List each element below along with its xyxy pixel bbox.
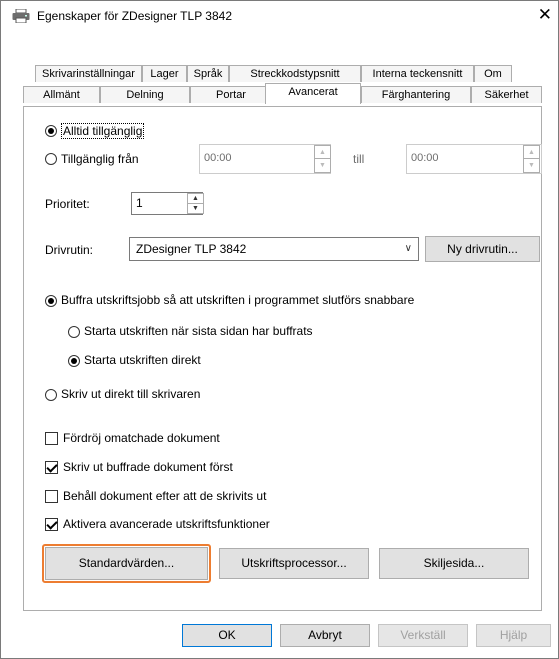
available-from-radio[interactable] xyxy=(45,153,57,165)
tab-sakerhet[interactable]: Säkerhet xyxy=(471,86,542,103)
printer-properties-dialog: Egenskaper för ZDesigner TLP 3842 ✕ Skri… xyxy=(0,0,559,659)
tab-portar[interactable]: Portar xyxy=(190,86,272,103)
available-from-label[interactable]: Tillgänglig från xyxy=(61,152,139,166)
driver-select-value: ZDesigner TLP 3842 xyxy=(136,242,247,256)
spin-down-icon[interactable]: ▼ xyxy=(524,159,539,172)
print-direct-radio[interactable] xyxy=(45,389,57,401)
keep-printed-checkbox[interactable] xyxy=(45,490,58,503)
tab-lager[interactable]: Lager xyxy=(142,65,187,82)
print-spooled-first-checkbox[interactable] xyxy=(45,461,58,474)
tab-avancerat[interactable]: Avancerat xyxy=(265,83,361,104)
spin-down-icon[interactable]: ▼ xyxy=(315,159,330,172)
always-available-label[interactable]: Alltid tillgänglig xyxy=(61,123,145,139)
tab-om[interactable]: Om xyxy=(474,65,512,82)
start-after-last-page-label[interactable]: Starta utskriften när sista sidan har bu… xyxy=(84,324,313,338)
tab-skrivarinstallningar[interactable]: Skrivarinställningar xyxy=(35,65,142,82)
start-after-last-page-radio[interactable] xyxy=(68,326,80,338)
spin-down-icon[interactable]: ▼ xyxy=(188,204,203,214)
tab-streckkodstypsnitt[interactable]: Streckkodstypsnitt xyxy=(229,65,361,82)
chevron-down-icon: ∨ xyxy=(404,243,412,254)
driver-select[interactable]: ZDesigner TLP 3842 ∨ xyxy=(129,237,419,261)
ok-button[interactable]: OK xyxy=(182,624,272,647)
window-title: Egenskaper för ZDesigner TLP 3842 xyxy=(37,9,233,23)
help-button[interactable]: Hjälp xyxy=(476,624,551,647)
printer-icon xyxy=(12,9,30,23)
hold-mismatched-checkbox[interactable] xyxy=(45,432,58,445)
print-direct-label[interactable]: Skriv ut direkt till skrivaren xyxy=(61,387,200,401)
spin-up-icon[interactable]: ▲ xyxy=(188,194,203,204)
available-to-time-spinner[interactable]: ▲ ▼ xyxy=(523,145,540,173)
title-bar: Egenskaper för ZDesigner TLP 3842 ✕ xyxy=(1,1,558,31)
print-spooled-first-label[interactable]: Skriv ut buffrade dokument först xyxy=(63,460,233,474)
print-processor-button[interactable]: Utskriftsprocessor... xyxy=(219,548,369,579)
keep-printed-label[interactable]: Behåll dokument efter att de skrivits ut xyxy=(63,489,266,503)
priority-label: Prioritet: xyxy=(45,197,90,211)
available-from-time-spinner[interactable]: ▲ ▼ xyxy=(314,145,331,173)
tab-interna-teckensnitt[interactable]: Interna teckensnitt xyxy=(361,65,474,82)
driver-label: Drivrutin: xyxy=(45,243,94,257)
always-available-radio[interactable] xyxy=(45,125,57,137)
cancel-button[interactable]: Avbryt xyxy=(280,624,370,647)
buffer-jobs-label[interactable]: Buffra utskriftsjobb så att utskriften i… xyxy=(61,293,414,307)
spin-up-icon[interactable]: ▲ xyxy=(524,146,539,159)
close-icon[interactable]: ✕ xyxy=(538,5,552,25)
available-to-time-input[interactable]: 00:00 xyxy=(406,144,542,174)
priority-spinner[interactable]: ▲ ▼ xyxy=(187,193,204,214)
spin-up-icon[interactable]: ▲ xyxy=(315,146,330,159)
start-directly-label[interactable]: Starta utskriften direkt xyxy=(84,353,201,367)
defaults-button[interactable]: Standardvärden... xyxy=(45,547,208,580)
advanced-features-checkbox[interactable] xyxy=(45,518,58,531)
apply-button[interactable]: Verkställ xyxy=(378,624,468,647)
tab-delning[interactable]: Delning xyxy=(100,86,190,103)
tab-sprak[interactable]: Språk xyxy=(187,65,229,82)
tab-fargehantering[interactable]: Färghantering xyxy=(361,86,471,103)
available-from-time-input[interactable]: 00:00 xyxy=(199,144,331,174)
new-driver-button[interactable]: Ny drivrutin... xyxy=(425,236,540,262)
separator-page-button[interactable]: Skiljesida... xyxy=(379,548,529,579)
to-label: till xyxy=(353,152,365,166)
buffer-jobs-radio[interactable] xyxy=(45,295,57,307)
tab-allmant[interactable]: Allmänt xyxy=(23,86,100,103)
start-directly-radio[interactable] xyxy=(68,355,80,367)
advanced-features-label[interactable]: Aktivera avancerade utskriftsfunktioner xyxy=(63,517,270,531)
hold-mismatched-label[interactable]: Fördröj omatchade dokument xyxy=(63,431,220,445)
